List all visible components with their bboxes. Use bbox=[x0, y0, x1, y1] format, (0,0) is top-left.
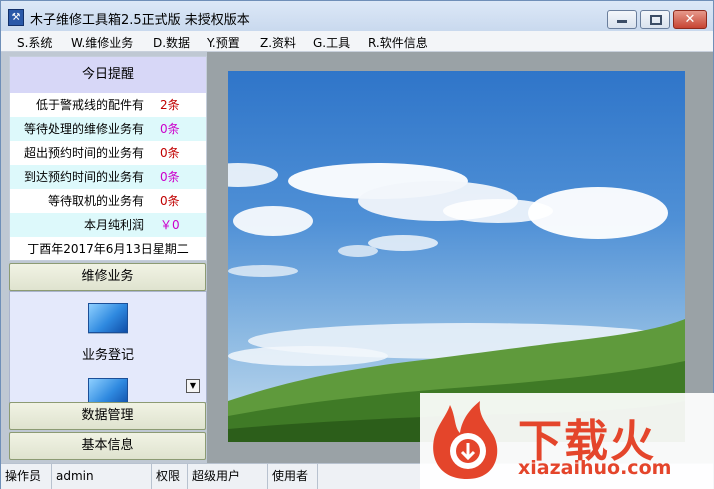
user-label: 使用者 bbox=[268, 464, 318, 489]
reminder-value[interactable]: 0条 bbox=[160, 165, 180, 189]
reminder-label: 超出预约时间的业务有 bbox=[23, 146, 144, 160]
role-value: 超级用户 bbox=[188, 464, 268, 489]
reminder-label: 等待取机的业务有 bbox=[47, 194, 144, 208]
maximize-button[interactable] bbox=[640, 10, 670, 29]
monitor-icon[interactable] bbox=[88, 378, 128, 402]
repair-business-panel: 业务登记 ▼ bbox=[9, 291, 207, 403]
close-button[interactable]: ✕ bbox=[673, 10, 707, 29]
reminder-row[interactable]: 本月纯利润 ￥0 bbox=[10, 213, 206, 237]
reminder-value[interactable]: 2条 bbox=[160, 93, 180, 117]
maximize-icon bbox=[650, 15, 662, 25]
business-register-label[interactable]: 业务登记 bbox=[10, 344, 206, 363]
menu-tools[interactable]: G.工具 bbox=[313, 34, 350, 51]
menu-resources[interactable]: Z.资料 bbox=[260, 34, 296, 51]
window-title: 木子维修工具箱2.5正式版 未授权版本 bbox=[30, 13, 250, 28]
minimize-button[interactable] bbox=[607, 10, 637, 29]
reminder-list: 低于警戒线的配件有 2条 等待处理的维修业务有 0条 超出预约时间的业务有 0条 到达预约时… bbox=[10, 93, 206, 237]
reminder-label: 低于警戒线的配件有 bbox=[35, 98, 144, 112]
monitor-icon[interactable] bbox=[88, 303, 128, 333]
repair-business-button[interactable]: 维修业务 bbox=[9, 263, 206, 291]
menu-repair[interactable]: W.维修业务 bbox=[71, 34, 133, 51]
reminder-value[interactable]: 0条 bbox=[160, 189, 180, 213]
reminder-value[interactable]: 0条 bbox=[160, 141, 180, 165]
today-reminder-panel: 今日提醒 低于警戒线的配件有 2条 等待处理的维修业务有 0条 超出预约时间的业务有 0条… bbox=[9, 56, 207, 261]
reminder-row[interactable]: 等待处理的维修业务有 0条 bbox=[10, 117, 206, 141]
operator-label: 操作员 bbox=[1, 464, 52, 489]
menu-data[interactable]: D.数据 bbox=[153, 34, 190, 51]
left-sidebar: 今日提醒 低于警戒线的配件有 2条 等待处理的维修业务有 0条 超出预约时间的业务有 0条… bbox=[9, 56, 207, 462]
scroll-down-button[interactable]: ▼ bbox=[186, 379, 200, 393]
title-bar[interactable]: ⚒ 木子维修工具箱2.5正式版 未授权版本 ✕ bbox=[1, 1, 713, 31]
data-management-button[interactable]: 数据管理 bbox=[9, 402, 206, 430]
basic-info-button[interactable]: 基本信息 bbox=[9, 432, 206, 460]
minimize-icon bbox=[617, 20, 627, 23]
reminder-row[interactable]: 到达预约时间的业务有 0条 bbox=[10, 165, 206, 189]
sky-hill-picture bbox=[228, 163, 685, 442]
reminder-header: 今日提醒 bbox=[10, 57, 206, 93]
menu-system[interactable]: S.系统 bbox=[17, 34, 52, 51]
reminder-value[interactable]: ￥0 bbox=[160, 213, 180, 237]
reminder-row[interactable]: 低于警戒线的配件有 2条 bbox=[10, 93, 206, 117]
menu-bar: S.系统 W.维修业务 D.数据 Y.预置 Z.资料 G.工具 R.软件信息 bbox=[1, 31, 713, 52]
reminder-row[interactable]: 超出预约时间的业务有 0条 bbox=[10, 141, 206, 165]
reminder-label: 等待处理的维修业务有 bbox=[23, 122, 144, 136]
app-icon: ⚒ bbox=[8, 9, 24, 26]
watermark: 下载火 xiazaihuo.com bbox=[420, 393, 714, 489]
close-icon: ✕ bbox=[684, 12, 696, 27]
flame-logo-icon bbox=[433, 401, 498, 479]
current-date: 丁酉年2017年6月13日星期二 bbox=[27, 242, 189, 256]
operator-value: admin bbox=[52, 464, 152, 489]
menu-software-info[interactable]: R.软件信息 bbox=[368, 34, 428, 51]
reminder-label: 到达预约时间的业务有 bbox=[23, 170, 144, 184]
watermark-url: xiazaihuo.com bbox=[518, 457, 672, 479]
reminder-value[interactable]: 0条 bbox=[160, 117, 180, 141]
landscape-image bbox=[228, 71, 685, 442]
role-label: 权限 bbox=[152, 464, 188, 489]
reminder-row[interactable]: 等待取机的业务有 0条 bbox=[10, 189, 206, 213]
reminder-label: 本月纯利润 bbox=[83, 218, 144, 232]
menu-preset[interactable]: Y.预置 bbox=[207, 34, 240, 51]
